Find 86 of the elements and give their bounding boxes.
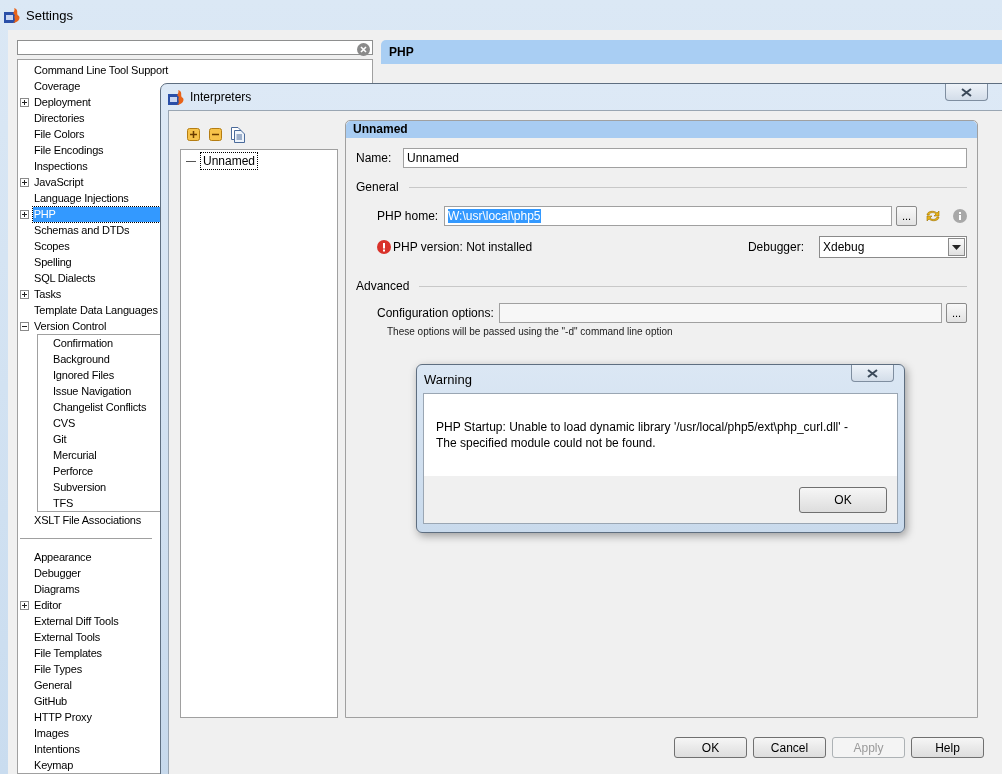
dialog-button[interactable]: OK (674, 737, 747, 758)
close-button[interactable] (945, 84, 988, 101)
tree-item[interactable]: JavaScript (33, 174, 85, 190)
dialog-button[interactable]: Cancel (753, 737, 826, 758)
browse-button[interactable]: ... (896, 206, 917, 226)
tree-item[interactable]: Background (52, 351, 111, 367)
tree-item[interactable]: Perforce (52, 463, 94, 479)
tree-item[interactable]: Subversion (52, 479, 108, 495)
tree-item[interactable]: Command Line Tool Support (33, 62, 170, 78)
expand-icon[interactable] (20, 209, 29, 219)
tree-item[interactable]: Ignored Files (52, 367, 115, 383)
tree-item[interactable]: Deployment (33, 94, 92, 110)
debugger-dropdown[interactable]: Xdebug (819, 236, 967, 258)
section-heading: Advanced (356, 279, 410, 293)
error-icon (377, 240, 391, 254)
caret-icon (952, 244, 961, 250)
panel-title: PHP (381, 40, 1002, 64)
expand-icon[interactable] (20, 177, 29, 187)
tree-item[interactable]: Scopes (33, 238, 71, 254)
section-heading: General (356, 180, 399, 194)
tree-item[interactable]: File Colors (33, 126, 86, 142)
app-logo-icon (4, 6, 21, 24)
close-button[interactable] (851, 365, 894, 382)
app-logo-icon (168, 88, 185, 106)
tree-item[interactable]: Language Injections (33, 190, 130, 206)
collapse-icon[interactable] (20, 321, 29, 331)
tree-item[interactable]: Appearance (33, 549, 93, 565)
hint-text: These options will be passed using the "-d" command line option (386, 326, 674, 337)
tree-item[interactable]: General (33, 677, 73, 693)
tree-item[interactable]: File Templates (33, 645, 103, 661)
field-label: PHP home: (377, 209, 440, 223)
tree-item[interactable]: Changelist Conflicts (52, 399, 148, 415)
tree-item[interactable]: Tasks (33, 286, 63, 302)
tree-item[interactable]: Issue Navigation (52, 383, 133, 399)
tree-item[interactable]: Confirmation (52, 335, 114, 351)
dialog-title: Interpreters (190, 90, 252, 104)
tree-item[interactable]: Intentions (33, 741, 81, 757)
tree-item[interactable]: Keymap (33, 757, 75, 773)
tree-item[interactable]: TFS (52, 495, 75, 511)
search-field[interactable] (17, 40, 373, 55)
expand-icon[interactable] (20, 600, 29, 610)
status-text: PHP version: Not installed (393, 240, 533, 254)
ok-button[interactable]: OK (799, 486, 887, 513)
tree-item[interactable]: Directories (33, 110, 86, 126)
tree-item[interactable]: Editor (33, 597, 63, 613)
tree-item[interactable]: Template Data Languages (33, 302, 159, 318)
add-icon[interactable] (187, 128, 200, 141)
warning-message: PHP Startup: Unable to load dynamic library '/usr/local/php5/ext\php_curl.dll' - The specified module could not be found. (424, 394, 897, 476)
tree-item[interactable]: Version Control (33, 318, 108, 334)
dialog-title: Warning (424, 371, 472, 387)
copy-icon[interactable] (231, 126, 245, 143)
list-item[interactable]: Unnamed (201, 153, 258, 169)
remove-icon[interactable] (209, 128, 222, 141)
tree-item[interactable]: Debugger (33, 565, 82, 581)
expand-icon[interactable] (20, 289, 29, 299)
tree-item[interactable]: GitHub (33, 693, 69, 709)
tree-item[interactable]: Images (33, 725, 70, 741)
close-icon (867, 368, 878, 378)
tree-item[interactable]: SQL Dialects (33, 270, 97, 286)
tree-item[interactable]: File Encodings (33, 142, 105, 158)
tree-item[interactable]: Diagrams (33, 581, 81, 597)
tree-item[interactable]: External Diff Tools (33, 613, 120, 629)
tree-item[interactable]: Mercurial (52, 447, 98, 463)
panel-header: Unnamed (346, 121, 977, 138)
tree-item[interactable]: External Tools (33, 629, 102, 645)
field-label: Configuration options: (377, 306, 495, 320)
tree-item[interactable]: Coverage (33, 78, 82, 94)
tree-item[interactable]: File Types (33, 661, 83, 677)
tree-item[interactable]: Spelling (33, 254, 73, 270)
tree-item[interactable]: Schemas and DTDs (33, 222, 131, 238)
browse-button[interactable]: ... (946, 303, 967, 323)
tree-item[interactable]: HTTP Proxy (33, 709, 93, 725)
close-icon (961, 87, 972, 97)
dialog-button[interactable]: Help (911, 737, 984, 758)
config-options-field[interactable] (499, 303, 942, 323)
name-field[interactable]: Unnamed (403, 148, 967, 168)
field-label: Debugger: (747, 240, 804, 254)
clear-icon[interactable] (357, 43, 370, 56)
tree-item[interactable]: CVS (52, 415, 77, 431)
tree-item[interactable]: Git (52, 431, 68, 447)
name-label: Name: (356, 151, 393, 165)
expand-icon[interactable] (20, 97, 29, 107)
window-title: Settings (26, 7, 73, 23)
tree-item[interactable]: Inspections (33, 158, 89, 174)
tree-item[interactable]: XSLT File Associations (33, 512, 143, 528)
refresh-icon[interactable] (925, 209, 941, 223)
